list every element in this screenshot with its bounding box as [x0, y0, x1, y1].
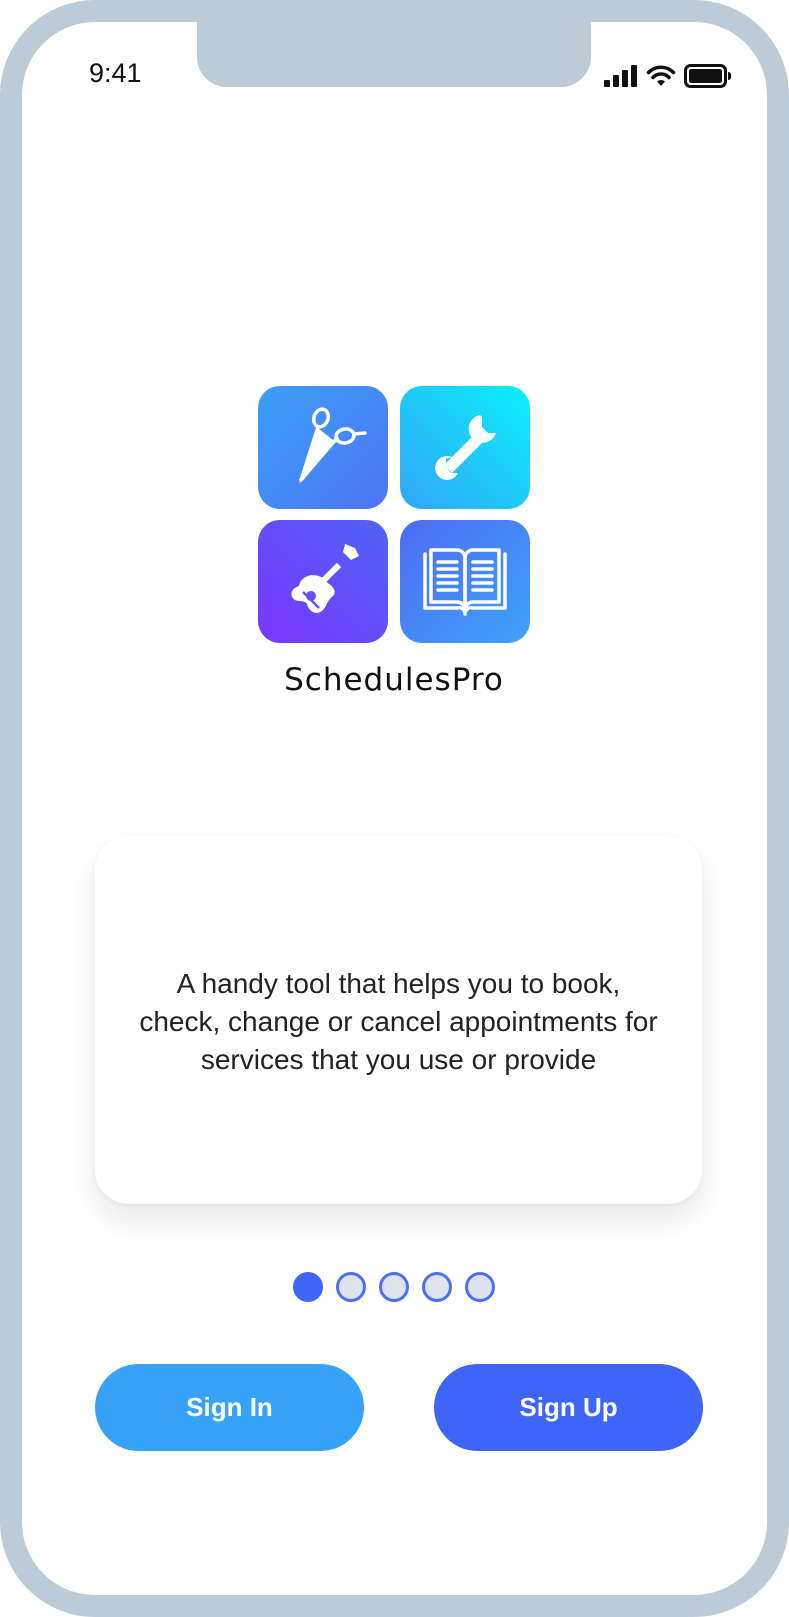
pagination-dot-2[interactable]	[336, 1272, 366, 1302]
guitar-icon	[291, 543, 359, 613]
brand-name: SchedulesPro	[284, 662, 504, 698]
wifi-icon	[646, 65, 676, 86]
logo-tile-scissors	[258, 386, 388, 509]
pagination-dot-5[interactable]	[465, 1272, 495, 1302]
sign-up-button[interactable]: Sign Up	[434, 1364, 703, 1451]
wrench-icon	[435, 414, 496, 480]
pagination-dots	[293, 1272, 495, 1302]
scissors-icon	[299, 406, 367, 484]
status-icons	[604, 64, 732, 88]
app-logo	[258, 386, 530, 644]
intro-card: A handy tool that helps you to book, che…	[95, 836, 702, 1204]
sign-in-button[interactable]: Sign In	[95, 1364, 364, 1451]
book-icon	[423, 547, 507, 616]
pagination-dot-3[interactable]	[379, 1272, 409, 1302]
phone-notch	[197, 0, 591, 87]
pagination-dot-1[interactable]	[293, 1272, 323, 1302]
battery-icon	[684, 64, 732, 88]
logo-tile-book	[400, 520, 530, 643]
cellular-signal-icon	[604, 65, 637, 87]
intro-card-text: A handy tool that helps you to book, che…	[139, 968, 658, 1075]
status-time: 9:41	[89, 58, 142, 88]
logo-tile-wrench	[400, 386, 530, 509]
pagination-dot-4[interactable]	[422, 1272, 452, 1302]
logo-tile-guitar	[258, 520, 388, 643]
